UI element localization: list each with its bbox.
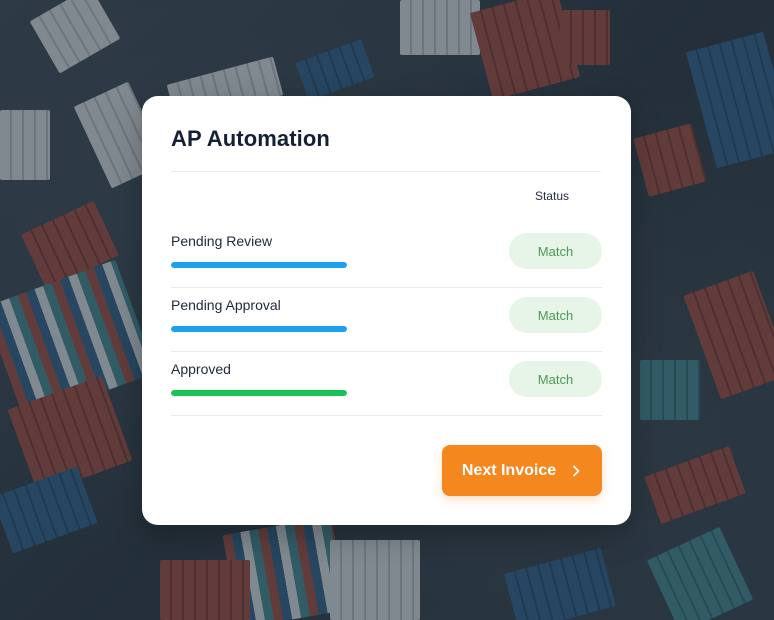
progress-bar-fill [171,326,347,332]
progress-bar-fill [171,262,347,268]
card-title: AP Automation [171,126,330,151]
list-item-pending-approval: Pending Approval Match [171,287,602,352]
list-item-approved: Approved Match [171,351,602,416]
progress-bar [171,390,347,396]
next-invoice-button[interactable]: Next Invoice [442,445,602,496]
row-label: Pending Approval [171,297,281,313]
row-label: Pending Review [171,233,273,249]
row-label: Approved [171,361,231,377]
status-column-header: Status [534,189,569,203]
progress-bar-fill [171,390,347,396]
next-invoice-label: Next Invoice [461,461,557,479]
chevron-right-icon [570,465,582,477]
progress-bar [171,326,347,332]
status-badge: Match [509,233,602,269]
title-divider [171,171,601,172]
list-item-pending-review: Pending Review Match [171,223,602,288]
status-badge: Match [509,297,602,333]
status-badge: Match [509,361,602,397]
progress-bar [171,262,347,268]
ap-automation-card: AP Automation Status Pending Review Matc… [142,96,631,525]
